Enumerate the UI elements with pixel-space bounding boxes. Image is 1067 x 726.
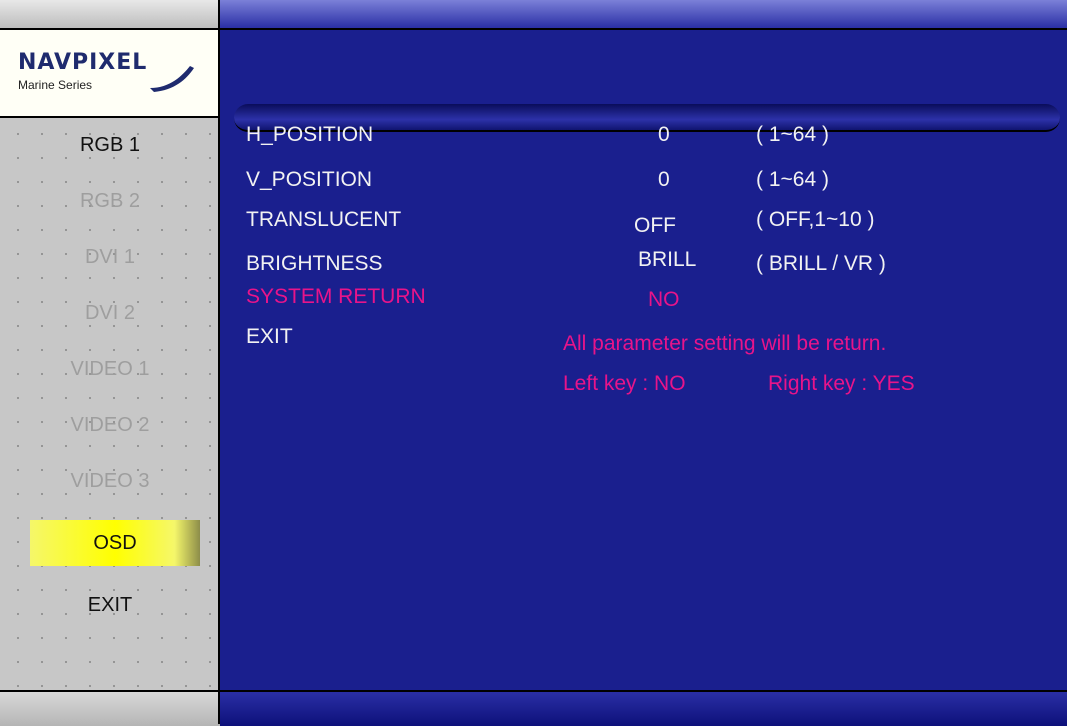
logo-swoosh-icon xyxy=(150,66,194,92)
right-top-bar xyxy=(220,0,1067,30)
setting-name-v-position[interactable]: V_POSITION xyxy=(246,168,372,192)
right-bottom-bar xyxy=(220,690,1067,726)
left-key-hint: Left key : NO xyxy=(563,372,686,395)
brand-name: NAVPIXEL xyxy=(18,50,148,75)
menu-item-video1[interactable]: VIDEO 1 xyxy=(0,342,220,396)
menu-item-dvi1[interactable]: DVI 1 xyxy=(0,230,220,284)
left-panel: NAVPIXEL Marine Series RGB 1 RGB 2 DVI 1… xyxy=(0,0,220,726)
setting-value-brightness: BRILL xyxy=(638,248,697,271)
reset-confirm-message: All parameter setting will be return. xyxy=(563,332,887,355)
right-key-hint: Right key : YES xyxy=(768,372,915,395)
setting-range-h-position: ( 1~64 ) xyxy=(756,123,829,146)
setting-name-exit[interactable]: EXIT xyxy=(246,325,293,349)
menu-item-rgb2[interactable]: RGB 2 xyxy=(0,174,220,228)
setting-value-h-position: 0 xyxy=(658,123,670,146)
setting-range-translucent: ( OFF,1~10 ) xyxy=(756,208,875,231)
left-top-bar xyxy=(0,0,220,30)
settings-panel: H_POSITION 0 ( 1~64 ) V_POSITION 0 ( 1~6… xyxy=(220,0,1067,726)
menu-item-video2[interactable]: VIDEO 2 xyxy=(0,398,220,452)
source-menu: RGB 1 RGB 2 DVI 1 DVI 2 VIDEO 1 VIDEO 2 … xyxy=(0,118,220,690)
setting-value-system-return: NO xyxy=(648,288,680,311)
menu-item-exit[interactable]: EXIT xyxy=(0,578,220,632)
menu-item-osd[interactable]: OSD xyxy=(30,520,200,566)
setting-range-v-position: ( 1~64 ) xyxy=(756,168,829,191)
setting-name-h-position[interactable]: H_POSITION xyxy=(246,123,373,147)
setting-range-brightness: ( BRILL / VR ) xyxy=(756,252,886,275)
setting-value-v-position: 0 xyxy=(658,168,670,191)
menu-item-video3[interactable]: VIDEO 3 xyxy=(0,454,220,508)
setting-value-translucent: OFF xyxy=(634,214,676,237)
brand-series: Marine Series xyxy=(18,78,93,92)
menu-item-dvi2[interactable]: DVI 2 xyxy=(0,286,220,340)
menu-item-rgb1[interactable]: RGB 1 xyxy=(0,118,220,172)
left-bottom-bar xyxy=(0,690,220,726)
brand-logo: NAVPIXEL Marine Series xyxy=(0,30,220,118)
setting-name-brightness[interactable]: BRIGHTNESS xyxy=(246,252,383,276)
setting-name-translucent[interactable]: TRANSLUCENT xyxy=(246,208,401,232)
header-area xyxy=(220,30,1067,132)
setting-name-system-return[interactable]: SYSTEM RETURN xyxy=(246,285,426,309)
